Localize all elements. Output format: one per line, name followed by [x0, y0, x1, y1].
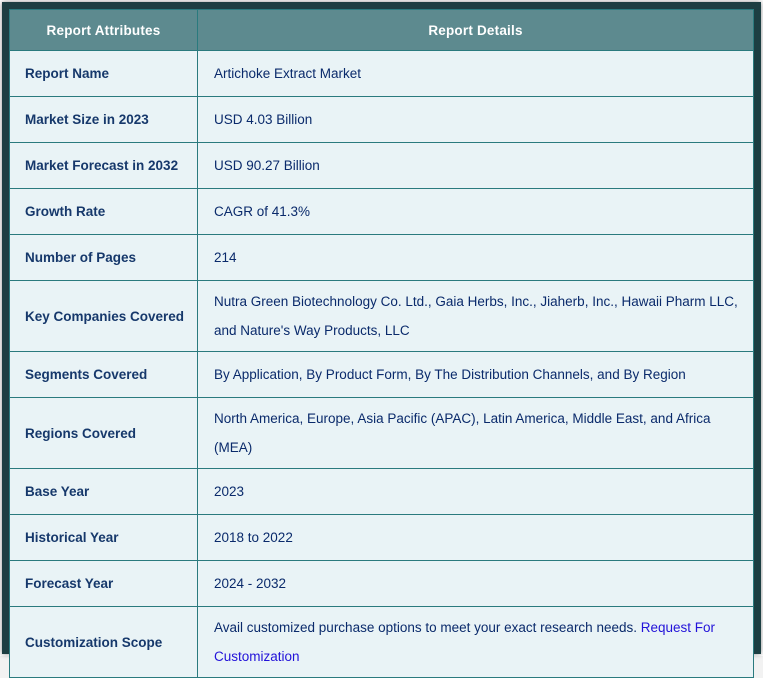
detail-segments-covered: By Application, By Product Form, By The …	[197, 351, 754, 399]
header-report-attributes: Report Attributes	[9, 9, 198, 51]
table-row: Growth Rate CAGR of 41.3%	[9, 188, 754, 235]
detail-historical-year: 2018 to 2022	[197, 514, 754, 562]
attribute-key-companies: Key Companies Covered	[9, 279, 198, 353]
report-summary-table-frame: Report Attributes Report Details Report …	[2, 2, 761, 678]
detail-key-companies: Nutra Green Biotechnology Co. Ltd., Gaia…	[197, 279, 754, 353]
attribute-number-of-pages: Number of Pages	[9, 234, 198, 281]
attribute-forecast-year: Forecast Year	[9, 560, 198, 608]
attribute-market-size: Market Size in 2023	[9, 96, 198, 143]
table-row: Forecast Year 2024 - 2032	[9, 560, 754, 608]
detail-base-year: 2023	[197, 468, 754, 516]
attribute-regions-covered: Regions Covered	[9, 397, 198, 470]
table-row: Market Forecast in 2032 USD 90.27 Billio…	[9, 142, 754, 189]
detail-number-of-pages: 214	[197, 234, 754, 281]
table-row: Key Companies Covered Nutra Green Biotec…	[9, 279, 754, 353]
customization-scope-text: Avail customized purchase options to mee…	[214, 620, 637, 636]
detail-regions-covered: North America, Europe, Asia Pacific (APA…	[197, 397, 754, 470]
attribute-base-year: Base Year	[9, 468, 198, 516]
detail-growth-rate: CAGR of 41.3%	[197, 188, 754, 235]
table-row: Regions Covered North America, Europe, A…	[9, 397, 754, 470]
attribute-market-forecast: Market Forecast in 2032	[9, 142, 198, 189]
table-row: Segments Covered By Application, By Prod…	[9, 351, 754, 399]
table-row: Market Size in 2023 USD 4.03 Billion	[9, 96, 754, 143]
attribute-customization-scope: Customization Scope	[9, 606, 198, 678]
detail-market-size: USD 4.03 Billion	[197, 96, 754, 143]
detail-report-name: Artichoke Extract Market	[197, 50, 754, 97]
detail-customization-scope: Avail customized purchase options to mee…	[197, 606, 754, 678]
table-row: Base Year 2023	[9, 468, 754, 516]
header-report-details: Report Details	[197, 9, 754, 51]
table-header-row: Report Attributes Report Details	[9, 9, 754, 51]
table-row: Number of Pages 214	[9, 234, 754, 281]
attribute-report-name: Report Name	[9, 50, 198, 97]
report-summary-table: Report Attributes Report Details Report …	[9, 9, 754, 678]
attribute-growth-rate: Growth Rate	[9, 188, 198, 235]
table-row: Report Name Artichoke Extract Market	[9, 50, 754, 97]
page: Report Attributes Report Details Report …	[0, 0, 763, 678]
detail-forecast-year: 2024 - 2032	[197, 560, 754, 608]
attribute-historical-year: Historical Year	[9, 514, 198, 562]
table-row: Customization Scope Avail customized pur…	[9, 606, 754, 678]
table-row: Historical Year 2018 to 2022	[9, 514, 754, 562]
detail-market-forecast: USD 90.27 Billion	[197, 142, 754, 189]
attribute-segments-covered: Segments Covered	[9, 351, 198, 399]
